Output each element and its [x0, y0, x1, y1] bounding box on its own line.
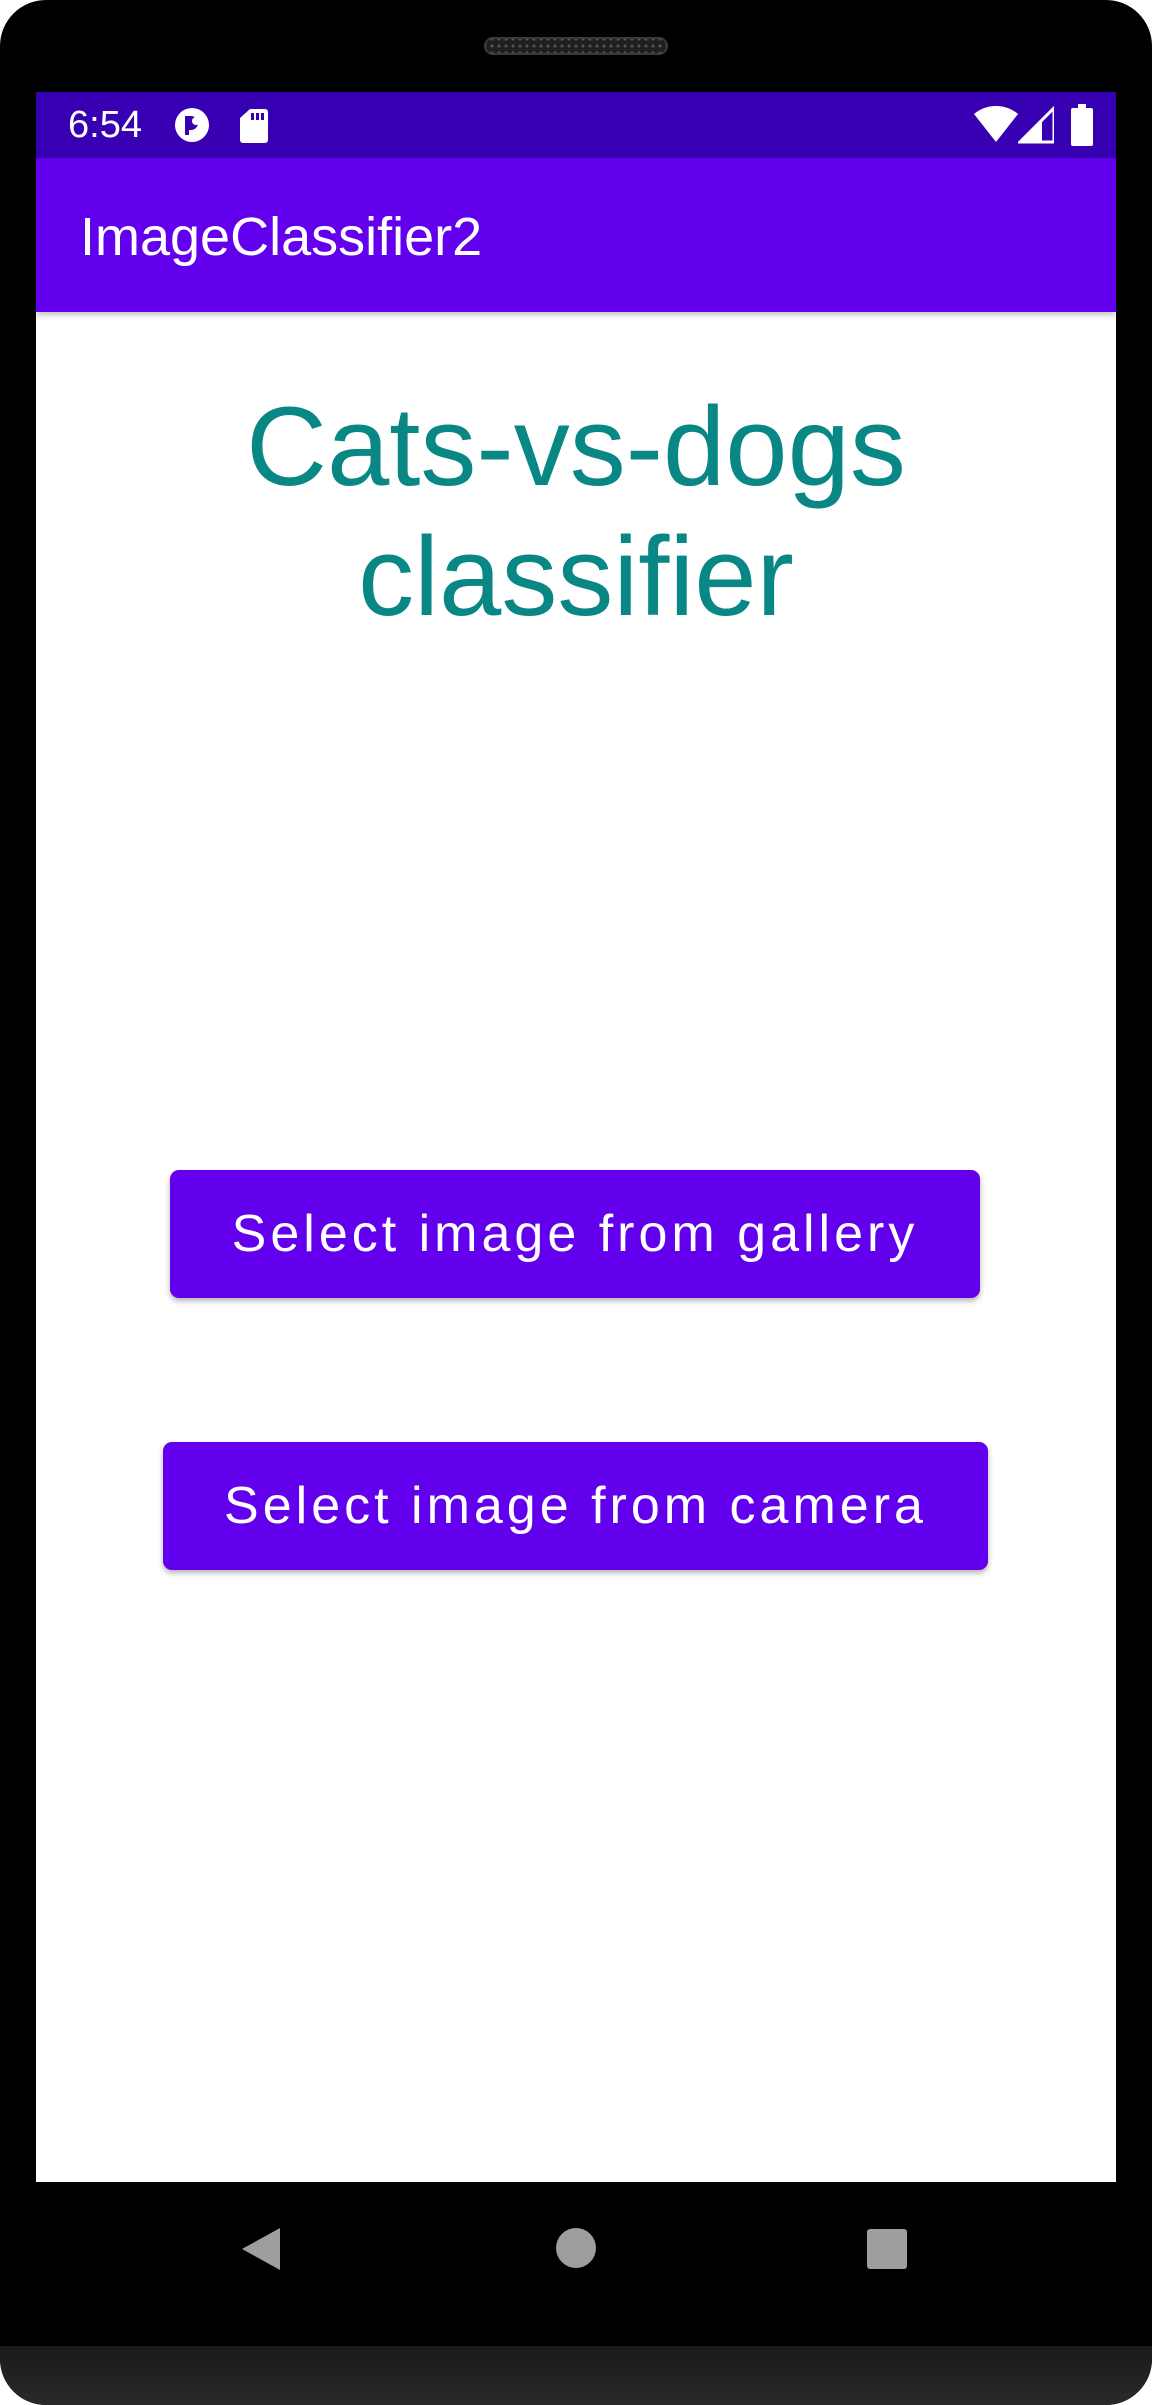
notification-app-icon	[175, 108, 209, 142]
screen: 6:54 ImageClassifier2 Cats-vs-dogs class…	[36, 92, 1116, 2182]
back-icon[interactable]	[240, 2226, 282, 2272]
wifi-icon	[974, 106, 1018, 142]
select-from-camera-button[interactable]: Select image from camera	[163, 1442, 988, 1570]
cell-signal-icon	[1018, 106, 1054, 144]
sd-card-icon	[240, 109, 268, 143]
select-from-camera-label: Select image from camera	[224, 1477, 927, 1535]
page-title-line-2: classifier	[358, 514, 794, 639]
select-from-gallery-button[interactable]: Select image from gallery	[170, 1170, 980, 1298]
earpiece-speaker	[484, 37, 668, 55]
battery-icon	[1071, 104, 1093, 146]
navigation-bar	[0, 2182, 1152, 2322]
phone-frame: 6:54 ImageClassifier2 Cats-vs-dogs class…	[0, 0, 1152, 2405]
device-bottom-bezel	[0, 2346, 1152, 2405]
app-title: ImageClassifier2	[80, 207, 483, 267]
home-icon[interactable]	[555, 2227, 597, 2269]
app-bar: ImageClassifier2	[36, 158, 1116, 312]
status-bar: 6:54	[36, 92, 1116, 158]
status-time: 6:54	[68, 104, 142, 146]
recents-icon[interactable]	[866, 2228, 908, 2270]
select-from-gallery-label: Select image from gallery	[231, 1205, 919, 1263]
page-title-line-1: Cats-vs-dogs	[246, 384, 906, 509]
page-title: Cats-vs-dogs classifier	[36, 382, 1116, 642]
